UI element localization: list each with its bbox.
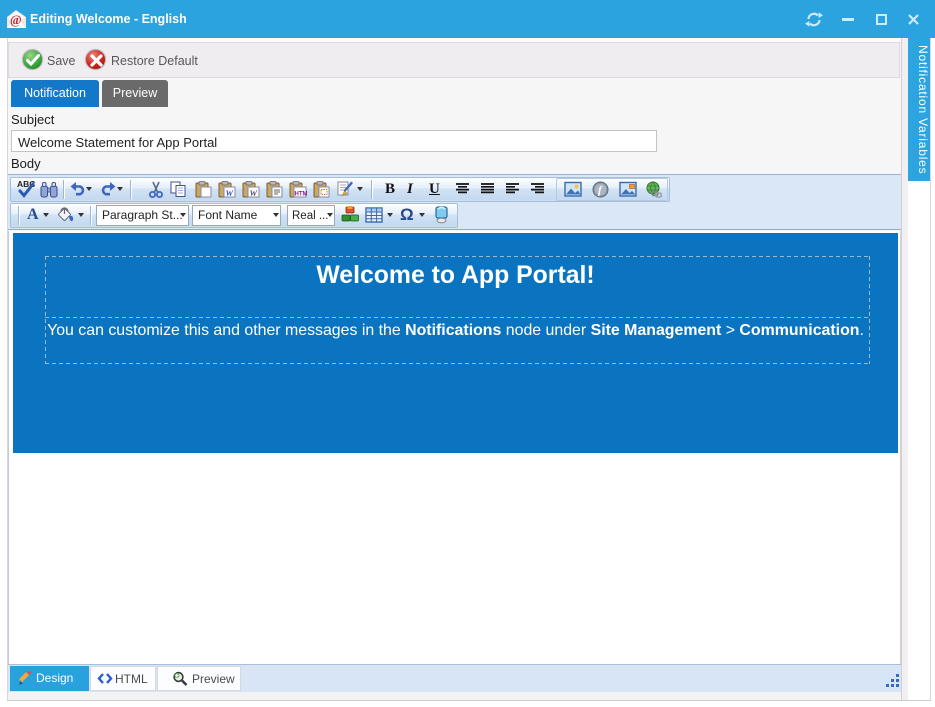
- svg-text:@: @: [10, 13, 22, 27]
- svg-text:HTML: HTML: [295, 192, 308, 198]
